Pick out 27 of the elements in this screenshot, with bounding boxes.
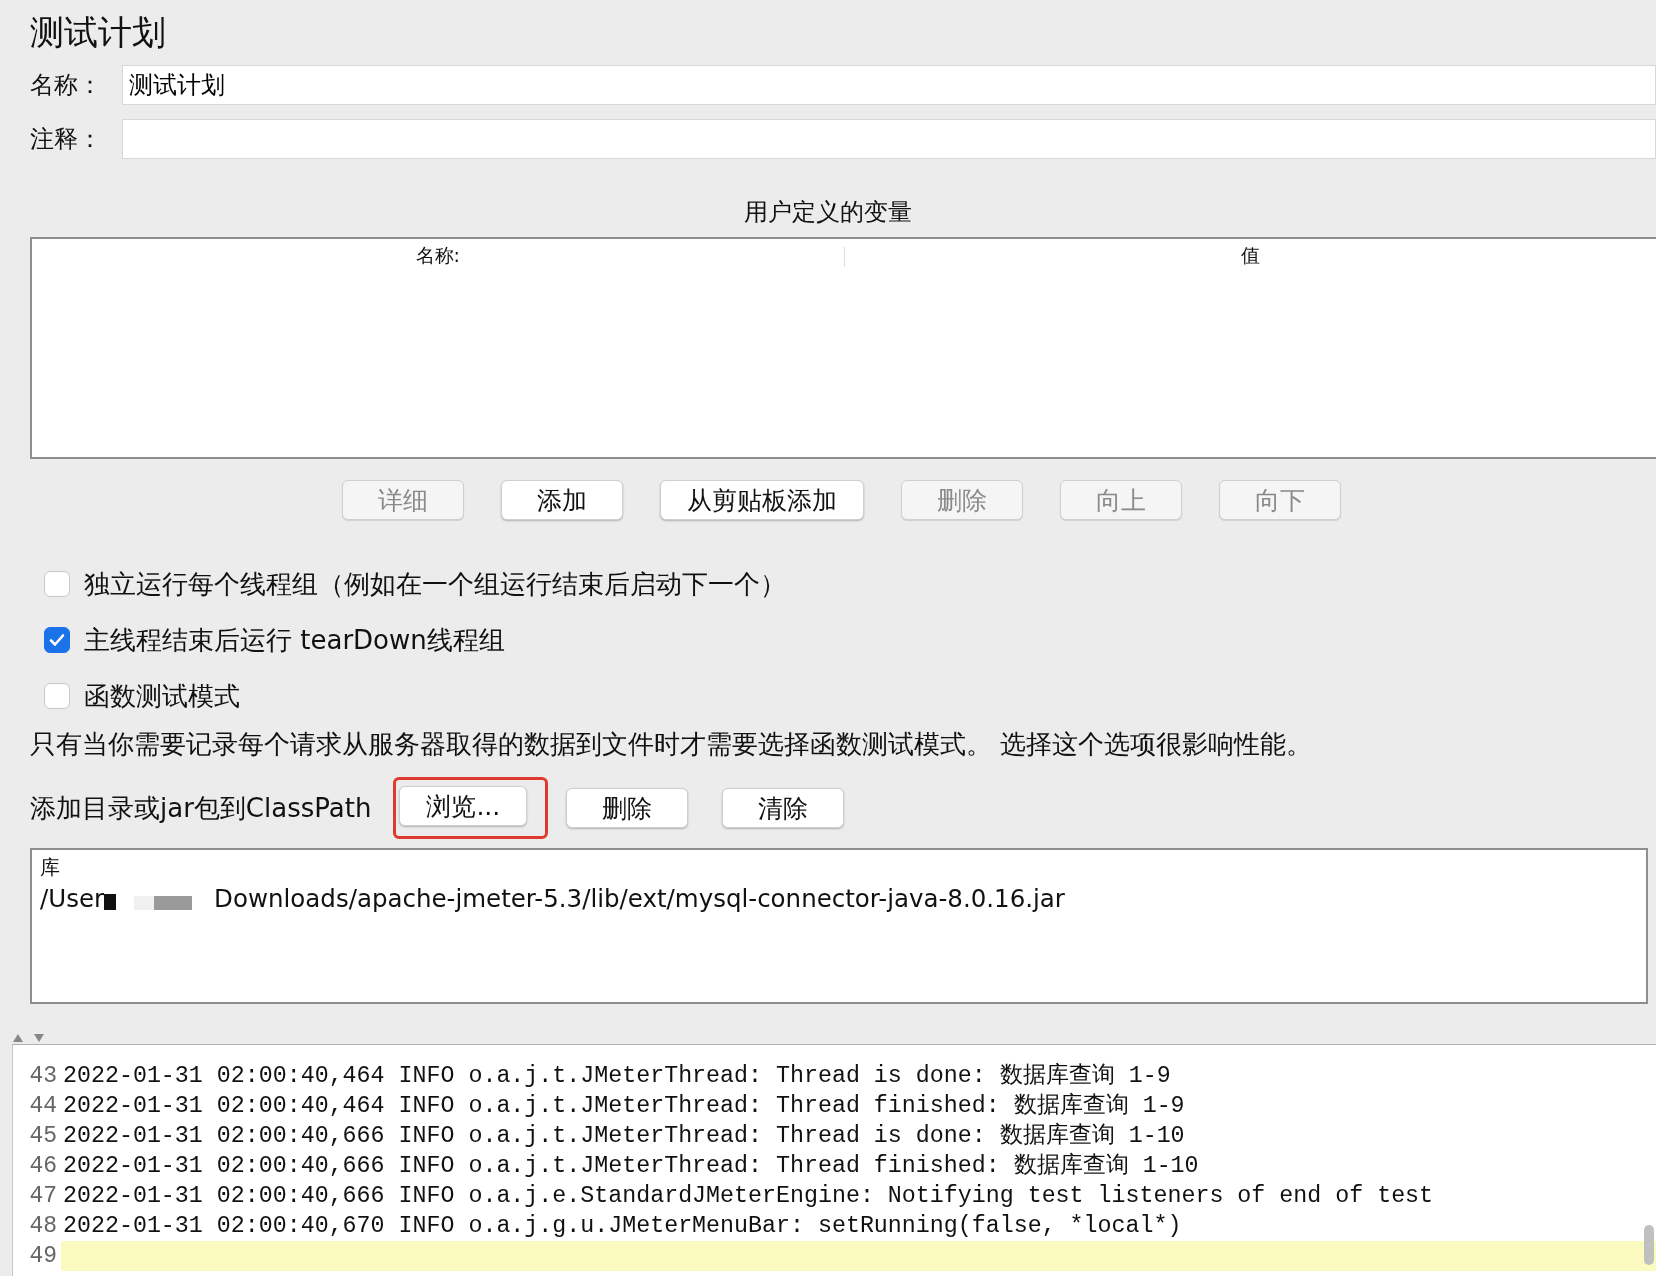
field-label: 名称： bbox=[30, 70, 103, 101]
table-button[interactable]: 添加 bbox=[500, 480, 623, 520]
log-line: 2022-01-31 02:00:40,670 INFO o.a.j.g.u.JMeterMenuBar: setRunning(false, *local*) bbox=[62, 1212, 1183, 1241]
checkbox-label: 函数测试模式 bbox=[84, 679, 240, 713]
classpath-button[interactable]: 删除 bbox=[566, 788, 689, 828]
checkbox-label: 独立运行每个线程组（例如在一个组运行结束后启动下一个） bbox=[84, 567, 786, 601]
checkbox-label: 主线程结束后运行 tearDown线程组 bbox=[84, 623, 505, 657]
log-line: 2022-01-31 02:00:40,666 INFO o.a.j.t.JMeterThread: Thread finished: 数据库查询 1-10 bbox=[62, 1151, 1200, 1181]
section-title: 用户定义的变量 bbox=[743, 197, 913, 226]
library-path: /User bbox=[40, 884, 105, 913]
log-line: 2022-01-31 02:00:40,666 INFO o.a.j.t.JMeterThread: Thread is done: 数据库查询 1-10 bbox=[62, 1121, 1186, 1151]
classpath-button[interactable]: 清除 bbox=[722, 788, 845, 828]
classpath-label: 添加目录或jar包到ClassPath bbox=[30, 791, 372, 825]
browse-button[interactable]: 浏览... bbox=[399, 786, 528, 826]
field-label: 注释： bbox=[30, 124, 103, 155]
library-path: Downloads/apache-jmeter-5.3/lib/ext/mysql-connector-java-8.0.16.jar bbox=[214, 884, 1065, 913]
log-line: 2022-01-31 02:00:40,464 INFO o.a.j.t.JMeterThread: Thread is done: 数据库查询 1-9 bbox=[62, 1061, 1172, 1091]
input-field[interactable]: 测试计划 bbox=[122, 65, 1656, 105]
column-header: 库 bbox=[40, 854, 61, 881]
table-button[interactable]: 从剪贴板添加 bbox=[659, 480, 864, 520]
panel-title: 测试计划 bbox=[29, 11, 167, 54]
log-line: 2022-01-31 02:00:40,464 INFO o.a.j.t.JMeterThread: Thread finished: 数据库查询 1-9 bbox=[62, 1091, 1186, 1121]
log-line: 2022-01-31 02:00:40,666 INFO o.a.j.e.StandardJMeterEngine: Notifying test listeners of end of test bbox=[62, 1182, 1435, 1211]
help-text: 只有当你需要记录每个请求从服务器取得的数据到文件时才需要选择函数测试模式。 选择这个选项很影响性能。 bbox=[29, 728, 1314, 761]
variables-table[interactable]: 名称: 值 bbox=[30, 237, 1656, 459]
column-header: 值 bbox=[1239, 243, 1261, 268]
column-header: 名称: bbox=[414, 243, 461, 268]
